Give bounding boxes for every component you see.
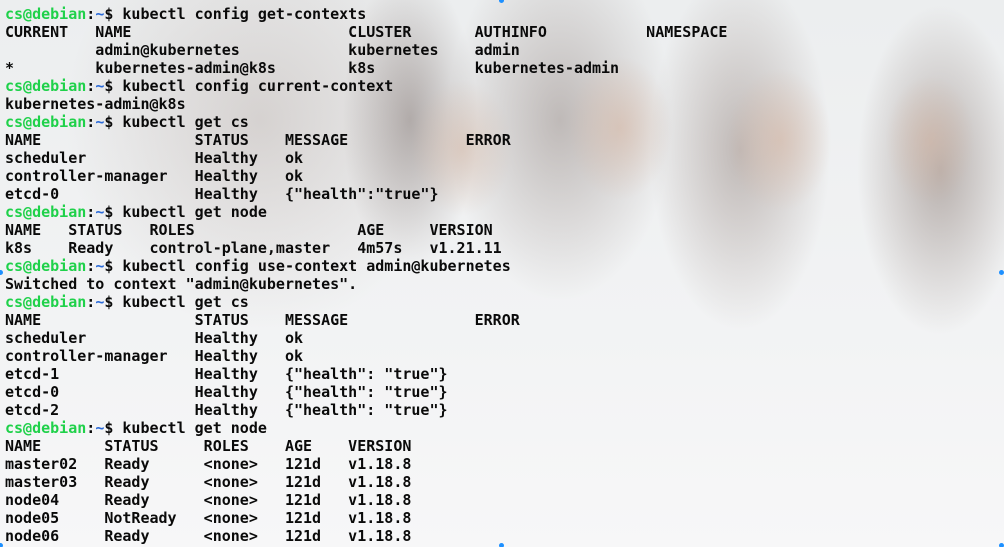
prompt-path: ~	[95, 203, 105, 221]
output-line: admin@kubernetes kubernetes admin	[5, 41, 520, 59]
output-line: k8s Ready control-plane,master 4m57s v1.…	[5, 239, 502, 257]
selection-handle-top[interactable]	[499, 0, 504, 3]
command-line: cs@debian:~$ kubectl get cs	[5, 113, 727, 131]
output-line: kubernetes-admin@k8s	[5, 95, 186, 113]
command-text: kubectl get cs	[113, 293, 249, 311]
output-line: etcd-0 Healthy {"health":"true"}	[5, 185, 439, 203]
command-line: cs@debian:~$ kubectl get cs	[5, 293, 727, 311]
command-line: cs@debian:~$ kubectl get node	[5, 203, 727, 221]
output-line: * kubernetes-admin@k8s k8s kubernetes-ad…	[5, 59, 620, 77]
command-text: kubectl config current-context	[113, 77, 394, 95]
prompt-separator: :	[86, 419, 96, 437]
prompt-user: cs@debian	[5, 5, 87, 23]
terminal-output[interactable]: cs@debian:~$ kubectl config get-contexts…	[5, 5, 727, 545]
prompt-separator: :	[86, 113, 96, 131]
output-line: NAME STATUS MESSAGE ERROR	[5, 131, 511, 149]
prompt-path: ~	[95, 113, 105, 131]
output-line: Switched to context "admin@kubernetes".	[5, 275, 358, 293]
output-line: etcd-1 Healthy {"health": "true"}	[5, 365, 448, 383]
prompt-path: ~	[95, 293, 105, 311]
prompt-separator: :	[86, 5, 96, 23]
command-text: kubectl config use-context admin@kuberne…	[113, 257, 511, 275]
prompt-path: ~	[95, 419, 105, 437]
output-line: scheduler Healthy ok	[5, 149, 304, 167]
command-line: cs@debian:~$ kubectl config get-contexts	[5, 5, 727, 23]
prompt-user: cs@debian	[5, 293, 87, 311]
command-line: cs@debian:~$ kubectl config current-cont…	[5, 77, 727, 95]
selection-handle-right[interactable]	[999, 270, 1004, 275]
selection-handle-bottom-left[interactable]	[0, 543, 3, 547]
output-line: scheduler Healthy ok	[5, 329, 304, 347]
output-line: NAME STATUS ROLES AGE VERSION	[5, 221, 493, 239]
prompt-user: cs@debian	[5, 203, 87, 221]
output-line: NAME STATUS MESSAGE ERROR	[5, 311, 520, 329]
prompt-user: cs@debian	[5, 419, 87, 437]
terminal-window[interactable]: cs@debian:~$ kubectl config get-contexts…	[0, 0, 1004, 547]
prompt-separator: :	[86, 77, 96, 95]
command-text: kubectl get cs	[113, 113, 249, 131]
command-text: kubectl config get-contexts	[113, 5, 367, 23]
command-line: cs@debian:~$ kubectl get node	[5, 419, 727, 437]
output-line: controller-manager Healthy ok	[5, 347, 304, 365]
output-line: node06 Ready <none> 121d v1.18.8	[5, 527, 412, 545]
output-line: controller-manager Healthy ok	[5, 167, 304, 185]
prompt-path: ~	[95, 257, 105, 275]
prompt-user: cs@debian	[5, 257, 87, 275]
selection-handle-left[interactable]	[0, 270, 3, 275]
output-line: etcd-2 Healthy {"health": "true"}	[5, 401, 448, 419]
prompt-user: cs@debian	[5, 77, 87, 95]
prompt-separator: :	[86, 203, 96, 221]
prompt-user: cs@debian	[5, 113, 87, 131]
command-text: kubectl get node	[113, 203, 267, 221]
prompt-separator: :	[86, 293, 96, 311]
output-line: node05 NotReady <none> 121d v1.18.8	[5, 509, 412, 527]
prompt-path: ~	[95, 77, 105, 95]
output-line: node04 Ready <none> 121d v1.18.8	[5, 491, 412, 509]
selection-handle-bottom-right[interactable]	[999, 543, 1004, 547]
command-text: kubectl get node	[113, 419, 267, 437]
prompt-path: ~	[95, 5, 105, 23]
command-line: cs@debian:~$ kubectl config use-context …	[5, 257, 727, 275]
output-line: master02 Ready <none> 121d v1.18.8	[5, 455, 412, 473]
output-line: CURRENT NAME CLUSTER AUTHINFO NAMESPACE	[5, 23, 728, 41]
prompt-separator: :	[86, 257, 96, 275]
output-line: NAME STATUS ROLES AGE VERSION	[5, 437, 412, 455]
output-line: etcd-0 Healthy {"health": "true"}	[5, 383, 448, 401]
selection-handle-bottom[interactable]	[499, 543, 504, 547]
output-line: master03 Ready <none> 121d v1.18.8	[5, 473, 412, 491]
